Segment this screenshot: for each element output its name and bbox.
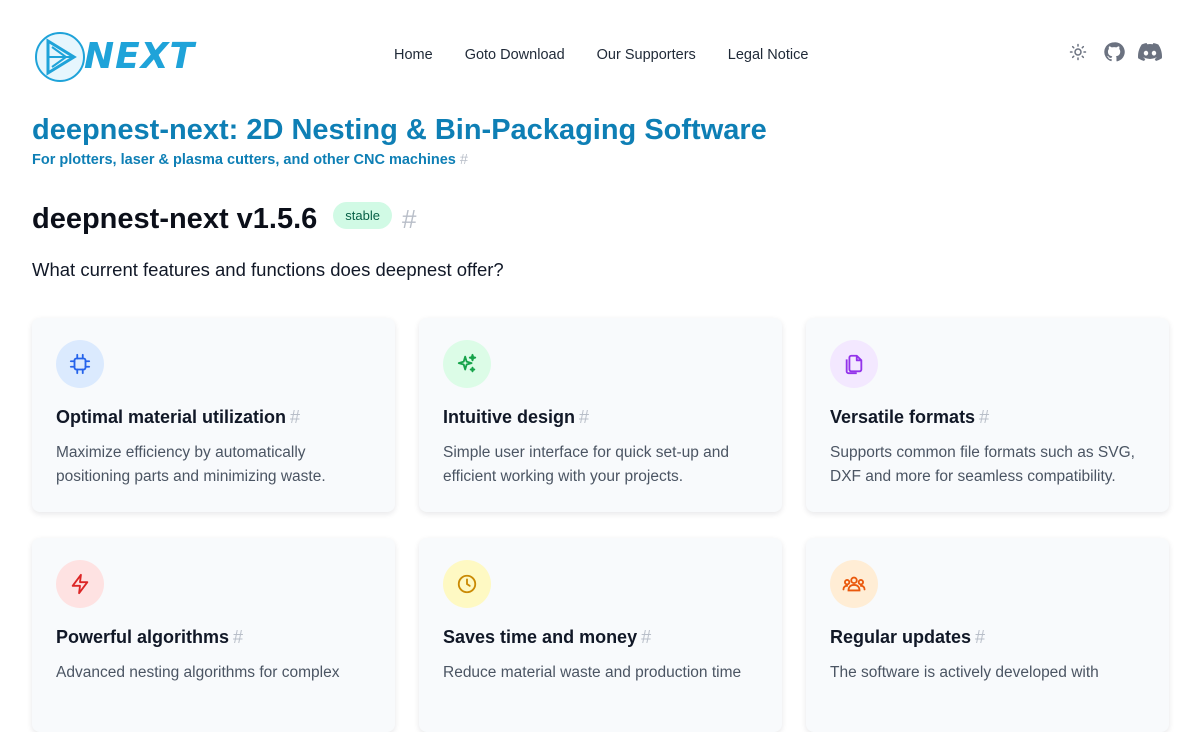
feature-anchor-link[interactable]: #	[290, 407, 300, 427]
logo[interactable]: NEXT	[34, 27, 194, 85]
header-actions	[1066, 40, 1162, 64]
feature-card: Powerful algorithms # Advanced nesting al…	[32, 538, 395, 732]
feature-title-text: Intuitive design	[443, 407, 576, 427]
hero-subtitle: For plotters, laser & plasma cutters, an…	[32, 152, 468, 168]
version-anchor-link[interactable]: #	[402, 204, 416, 235]
feature-description: The software is actively developed with	[830, 664, 1099, 681]
sun-icon[interactable]	[1066, 40, 1090, 64]
version-heading: deepnest-next v1.5.6 stable #	[32, 202, 416, 236]
feature-card: Intuitive design # Simple user interface …	[419, 318, 782, 512]
feature-title-text: Versatile formats	[830, 407, 976, 427]
chip-icon	[56, 340, 104, 388]
feature-anchor-link[interactable]: #	[975, 627, 985, 647]
feature-card: Saves time and money # Reduce material wa…	[419, 538, 782, 732]
sparkles-icon	[443, 340, 491, 388]
feature-anchor-link[interactable]: #	[641, 627, 651, 647]
github-icon[interactable]	[1102, 40, 1126, 64]
hero-title: deepnest-next: 2D Nesting & Bin-Packagin…	[32, 114, 767, 147]
clock-icon	[443, 560, 491, 608]
nav-our-supporters[interactable]: Our Supporters	[597, 47, 696, 63]
users-icon	[830, 560, 878, 608]
feature-card: Regular updates # The software is activel…	[806, 538, 1169, 732]
bolt-icon	[56, 560, 104, 608]
version-title: deepnest-next v1.5.6	[32, 203, 318, 235]
site-header: NEXT Home Goto Download Our Supporters L…	[0, 0, 1200, 110]
feature-title-text: Saves time and money	[443, 627, 638, 647]
feature-card: Versatile formats # Supports common file …	[806, 318, 1169, 512]
feature-title: Regular updates #	[830, 627, 985, 648]
feature-description: Advanced nesting algorithms for complex	[56, 664, 340, 681]
logo-mark-icon	[35, 32, 85, 82]
feature-title: Saves time and money #	[443, 627, 651, 648]
nav-goto-download[interactable]: Goto Download	[465, 47, 565, 63]
hero-title-text: deepnest-next: 2D Nesting & Bin-Packagin…	[32, 114, 767, 146]
hero-anchor-link[interactable]: #	[460, 152, 468, 168]
feature-anchor-link[interactable]: #	[979, 407, 989, 427]
discord-icon[interactable]	[1138, 40, 1162, 64]
feature-title: Versatile formats #	[830, 407, 989, 428]
feature-title-text: Powerful algorithms	[56, 627, 230, 647]
nav-legal-notice[interactable]: Legal Notice	[728, 47, 809, 63]
feature-description: Supports common file formats such as SVG…	[830, 444, 1135, 485]
copy-icon	[830, 340, 878, 388]
feature-title: Powerful algorithms #	[56, 627, 243, 648]
feature-anchor-link[interactable]: #	[233, 627, 243, 647]
feature-title: Intuitive design #	[443, 407, 589, 428]
main-nav: Home Goto Download Our Supporters Legal …	[394, 47, 808, 63]
feature-description: Reduce material waste and production tim…	[443, 664, 742, 681]
feature-description: Simple user interface for quick set-up a…	[443, 444, 730, 485]
feature-title-text: Optimal material utilization	[56, 407, 287, 427]
features-lead: What current features and functions does…	[32, 259, 504, 280]
logo-text: NEXT	[84, 35, 196, 77]
nav-home[interactable]: Home	[394, 47, 433, 63]
status-badge: stable	[333, 202, 392, 229]
feature-card: Optimal material utilization # Maximize e…	[32, 318, 395, 512]
feature-anchor-link[interactable]: #	[579, 407, 589, 427]
feature-description: Maximize efficiency by automatically pos…	[56, 444, 326, 485]
feature-title-text: Regular updates	[830, 627, 972, 647]
hero-subtitle-text: For plotters, laser & plasma cutters, an…	[32, 152, 456, 168]
feature-title: Optimal material utilization #	[56, 407, 300, 428]
